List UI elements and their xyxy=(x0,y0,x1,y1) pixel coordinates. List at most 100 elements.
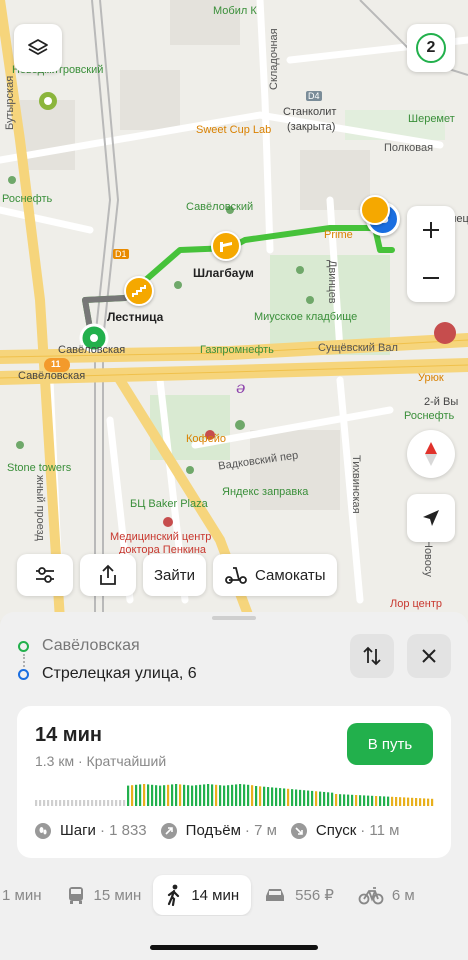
elevation-bar xyxy=(247,784,250,806)
swap-icon xyxy=(363,646,381,666)
route-time: 14 мин xyxy=(35,724,102,746)
swap-button[interactable] xyxy=(350,634,394,678)
ladder-pin[interactable] xyxy=(124,276,154,306)
close-button[interactable] xyxy=(407,634,451,678)
poi-label: Газпромнефть xyxy=(200,344,274,356)
elevation-bar xyxy=(331,792,334,806)
mode-bus[interactable]: 15 мин xyxy=(54,875,154,915)
elevation-bar xyxy=(127,785,130,806)
elevation-bar xyxy=(411,797,414,806)
street-label: Полковая xyxy=(384,142,434,154)
elevation-bar xyxy=(407,797,410,806)
mode-label: 1 мин xyxy=(2,886,42,904)
elevation-bar xyxy=(359,795,362,806)
mode-walk[interactable]: 14 мин xyxy=(153,875,252,915)
filters-button[interactable] xyxy=(17,554,73,596)
elevation-bar xyxy=(235,784,238,806)
elevation-bar xyxy=(203,784,206,806)
elevation-bar xyxy=(303,790,306,806)
elevation-bar xyxy=(231,784,234,806)
elevation-bar xyxy=(251,785,254,806)
bike-icon xyxy=(358,887,384,905)
route-card[interactable]: 14 мин 1.3 км · Кратчайший В путь Шаги ·… xyxy=(17,706,451,858)
elevation-bar xyxy=(103,800,106,806)
mode-taxi[interactable]: 556 ₽ xyxy=(251,875,346,915)
mode-label: 14 мин xyxy=(191,886,240,904)
elevation-bar xyxy=(419,798,422,806)
elevation-bar xyxy=(179,784,182,806)
stat-value: · 7 м xyxy=(244,822,277,839)
layers-button[interactable] xyxy=(14,24,62,72)
notifications-button[interactable]: 2 xyxy=(407,24,455,72)
stat-label: Подъём xyxy=(185,822,241,839)
poi-label: Лор центр xyxy=(390,598,443,610)
elevation-bar xyxy=(147,784,150,806)
elevation-bar xyxy=(195,785,198,806)
train-line-badge: D4 xyxy=(306,91,322,101)
elevation-bar xyxy=(63,800,66,806)
elevation-bar xyxy=(187,785,190,806)
poi-label: Станколит xyxy=(283,106,337,118)
go-button[interactable]: В путь xyxy=(347,723,433,765)
elevation-bar xyxy=(367,795,370,806)
from-dot-icon xyxy=(18,640,29,652)
poi-pin-prime[interactable] xyxy=(360,195,390,225)
scooters-label: Самокаты xyxy=(255,566,326,584)
street-label: жный проезд xyxy=(34,475,46,541)
mode-car[interactable]: 1 мин xyxy=(0,875,54,915)
zoom-controls xyxy=(407,206,455,302)
poi-label: Роснефть xyxy=(2,193,53,205)
svg-text:ə: ə xyxy=(236,378,246,397)
elevation-bar xyxy=(335,794,338,806)
elevation-bar xyxy=(299,789,302,806)
elevation-bar xyxy=(387,796,390,806)
elevation-bar xyxy=(51,800,54,806)
plus-icon xyxy=(423,222,439,238)
stat-steps: Шаги · 1 833 xyxy=(35,822,147,839)
street-label: 2-й Вы xyxy=(424,396,459,408)
elevation-bar xyxy=(355,795,358,806)
route-stats: Шаги · 1 833 Подъём · 7 м Спуск · 11 м xyxy=(35,822,413,839)
mode-label: 556 ₽ xyxy=(295,887,334,904)
elevation-bar xyxy=(291,789,294,806)
stat-ascent: Подъём · 7 м xyxy=(160,822,277,839)
zoom-in-button[interactable] xyxy=(407,206,455,254)
elevation-bar xyxy=(171,784,174,806)
zoom-out-button[interactable] xyxy=(407,254,455,302)
panel-grabber[interactable] xyxy=(212,616,256,620)
elevation-bar xyxy=(139,784,142,806)
scooters-button[interactable]: Самокаты xyxy=(213,554,337,596)
filters-icon xyxy=(36,567,54,583)
poi-label: Яндекс заправка xyxy=(222,486,309,498)
elevation-bar xyxy=(83,800,86,806)
my-location-button[interactable] xyxy=(407,494,455,542)
poi-label: Роснефть xyxy=(404,410,455,422)
map-view[interactable]: ə Б Мобил К Складочная Новодмитровский Б… xyxy=(0,0,468,620)
elevation-bar xyxy=(135,784,138,806)
elevation-bar xyxy=(315,791,318,806)
route-from[interactable]: Савёловская xyxy=(18,632,197,660)
mode-bike[interactable]: 6 м xyxy=(346,875,427,915)
elevation-bar xyxy=(239,784,242,806)
street-label: Бутырская xyxy=(4,75,16,130)
elevation-bar xyxy=(399,797,402,806)
route-to[interactable]: Стрелецкая улица, 6 xyxy=(18,660,197,688)
share-button[interactable] xyxy=(80,554,136,596)
bus-icon xyxy=(68,887,83,904)
elevation-bar xyxy=(427,798,430,806)
elevation-bar xyxy=(163,785,166,806)
enter-button[interactable]: Зайти xyxy=(143,554,207,596)
compass-button[interactable] xyxy=(407,430,455,478)
train-line-badge: D1 xyxy=(113,249,129,259)
elevation-bar xyxy=(111,800,114,806)
descent-icon xyxy=(290,822,307,839)
elevation-bar xyxy=(167,784,170,806)
barrier-pin[interactable] xyxy=(211,231,241,261)
elevation-bar xyxy=(295,789,298,806)
elevation-bar xyxy=(67,800,70,806)
elevation-bar xyxy=(391,796,394,806)
elevation-bar xyxy=(363,795,366,806)
notifications-count: 2 xyxy=(416,33,446,63)
poi-label: Prime xyxy=(324,229,353,241)
enter-label: Зайти xyxy=(154,566,196,584)
